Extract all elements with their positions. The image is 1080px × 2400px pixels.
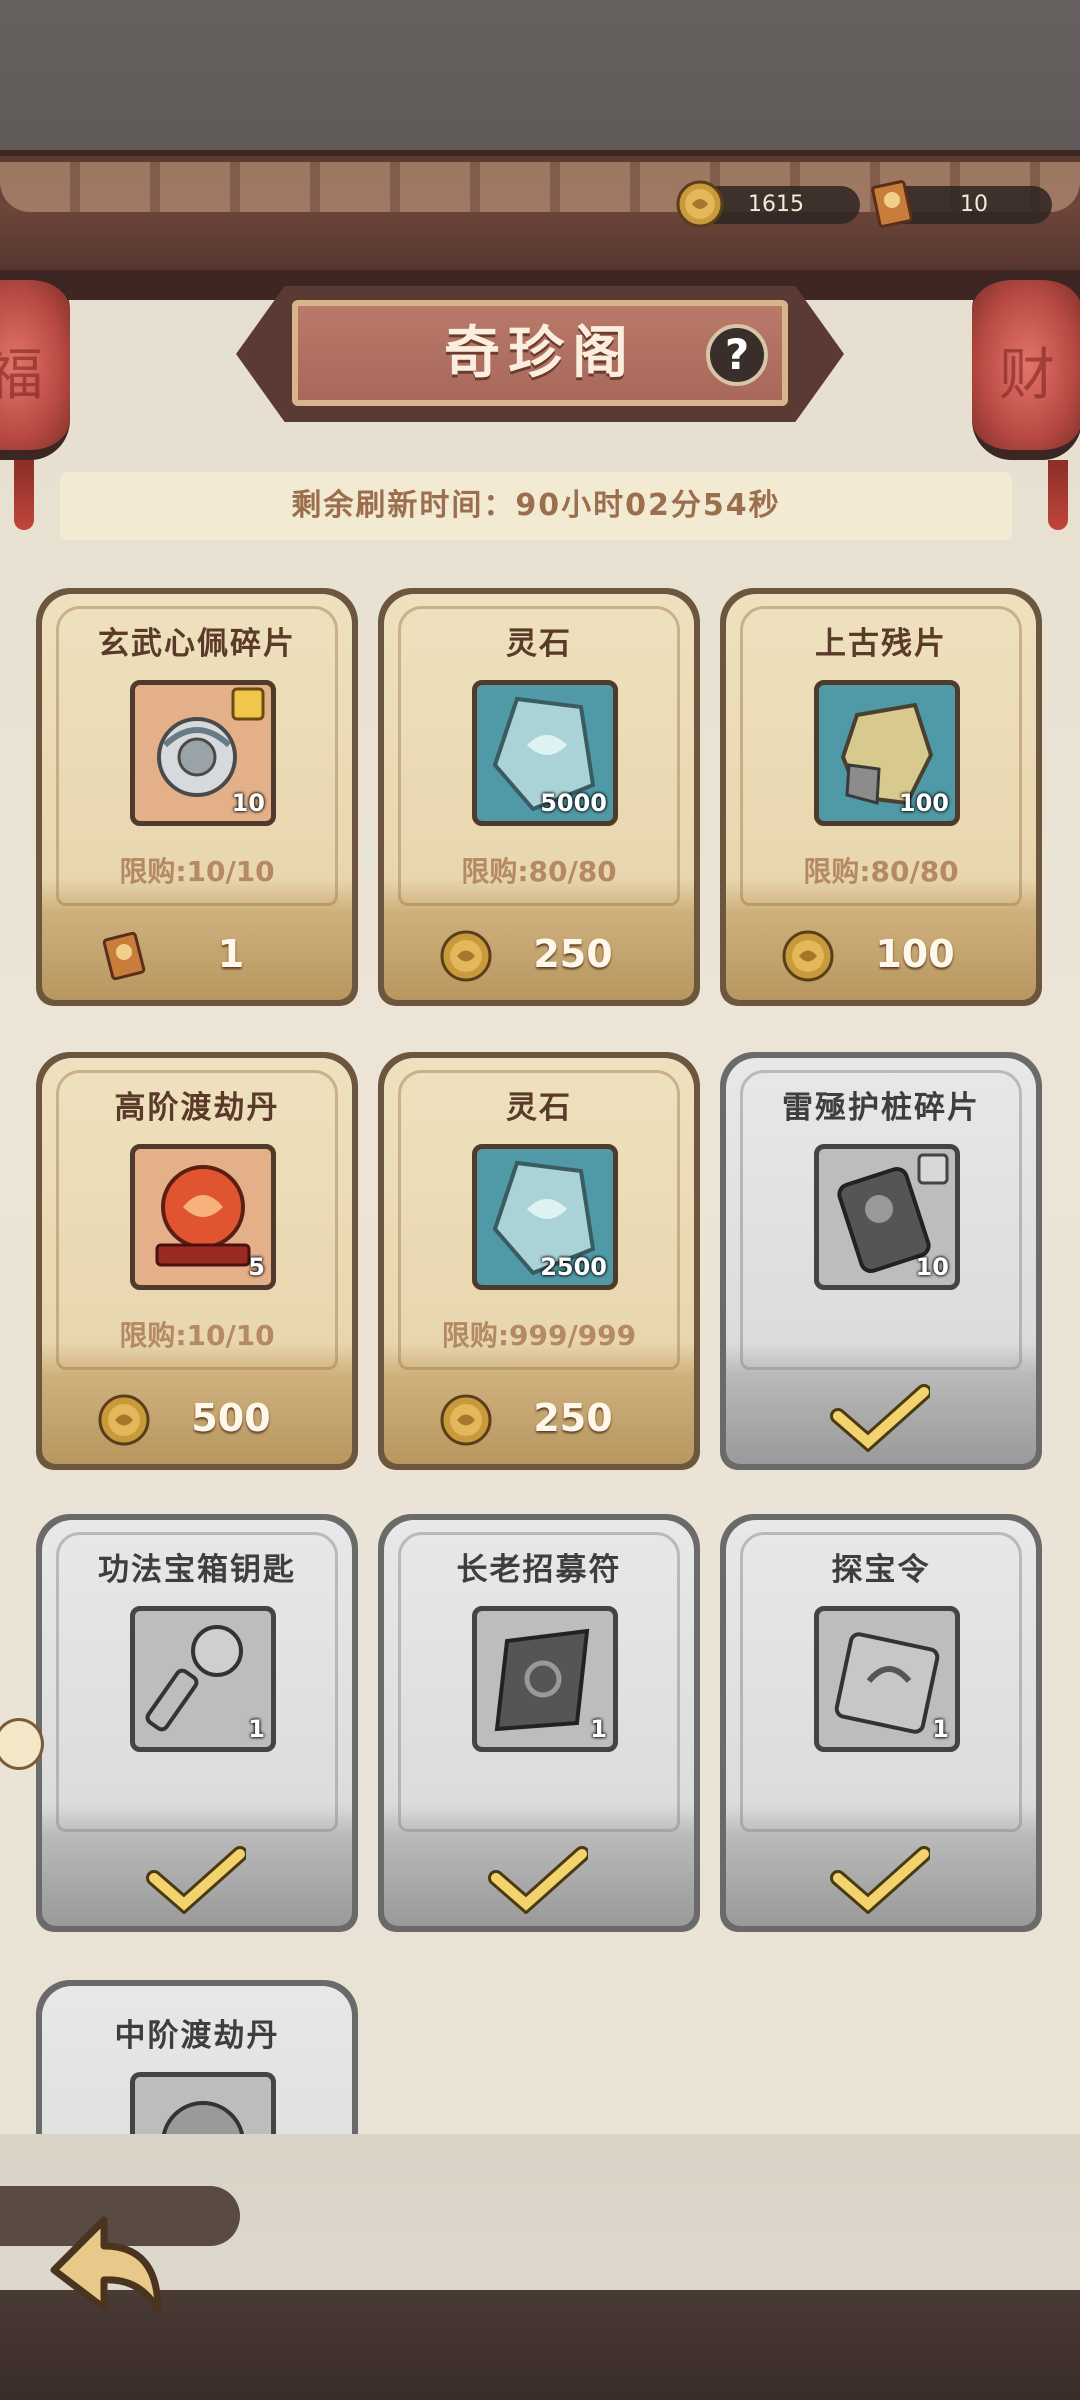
lantern-right-tassel <box>1048 460 1068 530</box>
item-slot[interactable]: 1 <box>814 1606 960 1752</box>
purchase-limit: 限购:80/80 <box>803 855 959 888</box>
roof-eaves <box>0 150 1080 300</box>
shop-item-card-sold-out[interactable]: 探宝令 1 <box>720 1514 1042 1932</box>
item-price: 500 <box>191 1396 271 1440</box>
coin-icon <box>782 930 834 982</box>
lantern-left-char: 福 <box>0 343 43 408</box>
item-name: 灵石 <box>506 1090 572 1126</box>
coin-balance[interactable]: 1615 <box>676 180 860 228</box>
item-name: 功法宝箱钥匙 <box>98 1552 296 1588</box>
ticket-icon <box>102 931 146 981</box>
shop-item-card-sold-out[interactable]: 长老招募符 1 <box>378 1514 700 1932</box>
item-quantity: 10 <box>231 789 265 817</box>
item-quantity: 5000 <box>540 789 607 817</box>
item-quantity: 100 <box>898 789 949 817</box>
item-slot[interactable]: 10 <box>814 1144 960 1290</box>
price-row: 100 <box>720 924 1042 984</box>
item-quantity: 1 <box>932 1715 949 1743</box>
sold-out-check-icon <box>830 1384 930 1452</box>
ticket-balance-value: 10 <box>960 192 988 217</box>
lantern-right-char: 财 <box>999 343 1055 408</box>
shop-item-card[interactable]: 灵石 2500 限购:999/999 250 <box>378 1052 700 1470</box>
item-slot[interactable]: 5000 <box>472 680 618 826</box>
shop-item-card-sold-out[interactable]: 雷殛护桩碎片 10 <box>720 1052 1042 1470</box>
lantern-left: 福 <box>0 270 70 460</box>
refresh-timer: 剩余刷新时间：90小时02分54秒 <box>60 472 1012 540</box>
item-name: 长老招募符 <box>456 1552 622 1588</box>
shop-item-card[interactable]: 上古残片 100 限购:80/80 100 <box>720 588 1042 1006</box>
item-price: 250 <box>533 932 613 976</box>
coin-icon <box>676 180 724 228</box>
sold-out-check-icon <box>146 1846 246 1914</box>
sold-out-check-icon <box>488 1846 588 1914</box>
lantern-right: 财 <box>972 270 1080 460</box>
top-background <box>0 0 1080 170</box>
price-row: 1 <box>36 924 358 984</box>
back-arrow-icon[interactable] <box>34 2200 174 2330</box>
item-slot[interactable]: 2500 <box>472 1144 618 1290</box>
item-price: 100 <box>875 932 955 976</box>
coin-icon <box>440 1394 492 1446</box>
item-quantity: 1 <box>590 1715 607 1743</box>
item-name: 中阶渡劫丹 <box>114 2018 280 2054</box>
item-price: 250 <box>533 1396 613 1440</box>
purchase-limit: 限购:999/999 <box>441 1319 637 1352</box>
purchase-limit: 限购:80/80 <box>461 855 617 888</box>
coin-balance-value: 1615 <box>748 192 804 217</box>
shop-item-card[interactable]: 高阶渡劫丹 5 限购:10/10 500 <box>36 1052 358 1470</box>
item-name: 玄武心佩碎片 <box>98 626 296 662</box>
price-row: 500 <box>36 1388 358 1448</box>
item-name: 雷殛护桩碎片 <box>782 1090 980 1126</box>
sold-out-check-icon <box>830 1846 930 1914</box>
item-name: 灵石 <box>506 626 572 662</box>
shop-item-card-sold-out[interactable]: 功法宝箱钥匙 1 <box>36 1514 358 1932</box>
item-quantity: 10 <box>915 1253 949 1281</box>
item-slot[interactable]: 1 <box>472 1606 618 1752</box>
help-button[interactable]: ? <box>706 324 768 386</box>
coin-icon <box>98 1394 150 1446</box>
purchase-limit: 限购:10/10 <box>119 855 275 888</box>
item-price: 1 <box>217 932 245 976</box>
coin-icon <box>440 930 492 982</box>
item-slot[interactable]: 10 <box>130 680 276 826</box>
item-slot[interactable]: 100 <box>814 680 960 826</box>
shop-item-card[interactable]: 玄武心佩碎片 10 限购:10/10 1 <box>36 588 358 1006</box>
ticket-icon <box>871 180 913 228</box>
item-name: 上古残片 <box>815 626 947 662</box>
item-slot[interactable]: 1 <box>130 1606 276 1752</box>
item-name: 高阶渡劫丹 <box>114 1090 280 1126</box>
item-quantity: 5 <box>248 1253 265 1281</box>
item-quantity: 2500 <box>540 1253 607 1281</box>
item-name: 探宝令 <box>831 1552 931 1588</box>
item-quantity: 1 <box>248 1715 265 1743</box>
ticket-balance[interactable]: 10 <box>871 180 1052 228</box>
price-row: 250 <box>378 1388 700 1448</box>
lantern-left-tassel <box>14 460 34 530</box>
shop-item-card[interactable]: 灵石 5000 限购:80/80 250 <box>378 588 700 1006</box>
item-slot[interactable]: 5 <box>130 1144 276 1290</box>
purchase-limit: 限购:10/10 <box>119 1319 275 1352</box>
price-row: 250 <box>378 924 700 984</box>
